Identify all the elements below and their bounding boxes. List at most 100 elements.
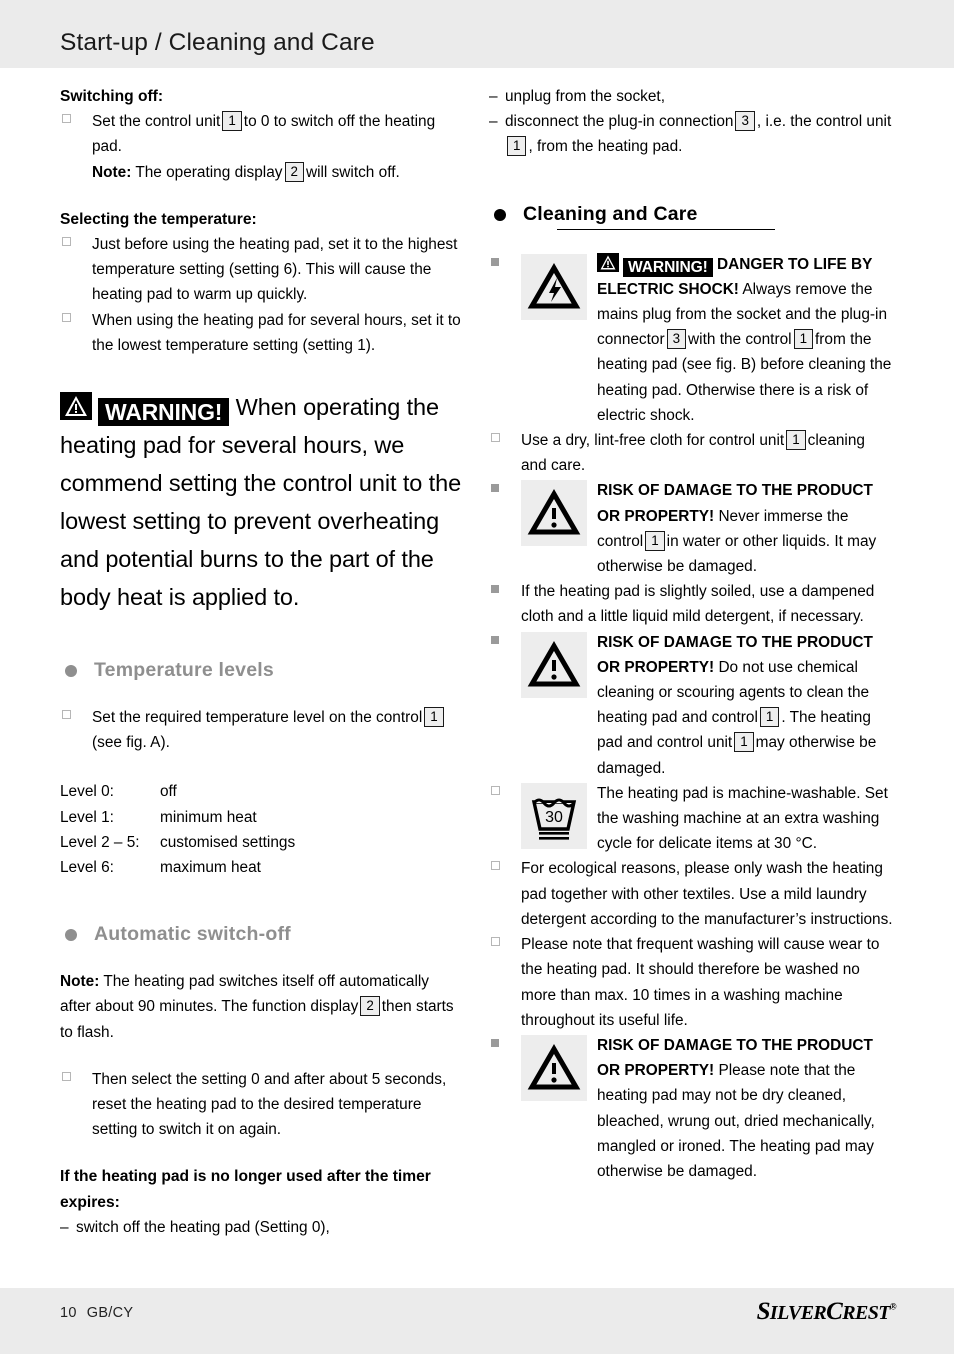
level-key: Level 1:: [60, 808, 114, 826]
page-title: Start-up / Cleaning and Care: [60, 29, 375, 56]
section-heading-automatic-switch-off: Automatic switch-off: [60, 921, 464, 947]
list-item-text: Then select the setting 0 and after abou…: [92, 1070, 447, 1139]
list-item-text: If the heating pad is slightly soiled, u…: [521, 583, 875, 626]
bullet-solid-square: [489, 478, 521, 503]
section-underline: [557, 228, 775, 230]
warning-block-risk-drycleaning: RISK OF DAMAGE TO THE PRODUCT OR PROPERT…: [489, 1033, 893, 1184]
registered-trademark-symbol: ®: [889, 1301, 897, 1312]
list-item-select-2: When using the heating pad for several h…: [60, 308, 464, 358]
switch-text-a: Set the control unit: [92, 113, 221, 131]
list-item-text: When using the heating pad for several h…: [92, 311, 461, 354]
warning-block-electric-shock: WARNING! DANGER TO LIFE BY ELECTRIC SHOC…: [489, 252, 893, 428]
note-text-a: The operating display: [135, 163, 283, 181]
section-heading-label: Automatic switch-off: [94, 923, 291, 946]
ref-badge-3: 3: [735, 111, 755, 132]
table-row: Level 0: off: [60, 779, 464, 804]
bullet-dash: –: [60, 1218, 69, 1236]
level-value: maximum heat: [160, 859, 261, 877]
list-item-timer-switch-off: – switch off the heating pad (Setting 0)…: [60, 1215, 464, 1240]
warning-text: WARNING! DANGER TO LIFE BY ELECTRIC SHOC…: [597, 252, 893, 428]
language-code: GB/CY: [86, 1305, 134, 1321]
ref-badge-2: 2: [284, 161, 304, 182]
wash-text: The heating pad is machine-washable. Set…: [597, 784, 888, 853]
warning-body: RISK OF DAMAGE TO THE PRODUCT OR PROPERT…: [521, 1033, 893, 1184]
list-item-text: disconnect the plug-in connection 3, i.e.…: [505, 109, 893, 159]
list-item-text: Please note that frequent washing will c…: [521, 936, 880, 1029]
brand-ilver: ILVER: [769, 1302, 827, 1324]
ref-badge-1: 1: [645, 530, 665, 551]
bullet-hollow-square: [60, 308, 92, 333]
bullet-solid-square: [489, 1033, 521, 1058]
warning-text: RISK OF DAMAGE TO THE PRODUCT OR PROPERT…: [597, 1033, 893, 1184]
bullet-solid-square: [489, 630, 521, 655]
ref-badge-1: 1: [222, 111, 242, 132]
warning-block-risk-chemicals: RISK OF DAMAGE TO THE PRODUCT OR PROPERT…: [489, 630, 893, 781]
bullet-hollow-square: [60, 232, 92, 257]
warning-text: RISK OF DAMAGE TO THE PRODUCT OR PROPERT…: [597, 630, 893, 781]
ref-badge-2: 2: [360, 996, 380, 1017]
list-item-soiled: If the heating pad is slightly soiled, u…: [489, 579, 893, 629]
silvercrest-logo: SILVERCREST®: [757, 1298, 897, 1326]
list-item-reset-setting: Then select the setting 0 and after abou…: [60, 1067, 464, 1143]
list-item-disconnect: – disconnect the plug-in connection 3, i.…: [489, 109, 893, 159]
left-column: Switching off: Set the control unit 1 to 0…: [60, 84, 464, 1240]
note-label: Note:: [60, 973, 100, 991]
disconnect-text-a: disconnect the plug-in connection: [505, 113, 734, 131]
ref-badge-1: 1: [507, 136, 527, 157]
page-number: 10: [60, 1305, 77, 1321]
list-item-text: 30 The heating pad is machine-washable. …: [521, 781, 893, 857]
table-row: Level 1: minimum heat: [60, 805, 464, 830]
section-bullet-dot: [65, 665, 77, 678]
level-key: Level 2 – 5:: [60, 833, 140, 851]
bullet-hollow-square: [489, 856, 521, 881]
ref-badge-1: 1: [786, 430, 806, 451]
selecting-temperature-heading: Selecting the temperature:: [60, 210, 257, 228]
list-item-ecological: For ecological reasons, please only wash…: [489, 856, 893, 932]
disconnect-text-b: , i.e. the control unit: [756, 113, 892, 131]
bullet-hollow-square: [489, 932, 521, 957]
level-key: Level 6:: [60, 859, 114, 877]
bullet-hollow-square: [60, 705, 92, 730]
list-item-dry-cloth: Use a dry, lint-free cloth for control u…: [489, 428, 893, 478]
bullet-solid-square: [489, 252, 521, 277]
list-item-text: Set the required temperature level on th…: [92, 705, 464, 755]
warning-block-risk-immersion: RISK OF DAMAGE TO THE PRODUCT OR PROPERT…: [489, 478, 893, 579]
warning-block-operating: WARNING! When operating the heating pad …: [60, 388, 464, 616]
bullet-dash: –: [489, 113, 498, 131]
svg-text:30: 30: [545, 809, 563, 826]
timer-expires-heading: If the heating pad is no longer used aft…: [60, 1168, 431, 1211]
list-item-unplug: – unplug from the socket,: [489, 84, 893, 109]
note-text-b: will switch off.: [305, 163, 400, 181]
level-value: off: [160, 783, 177, 801]
section-heading-temperature-levels: Temperature levels: [60, 657, 464, 683]
table-row: Level 6: maximum heat: [60, 855, 464, 880]
list-item-text: switch off the heating pad (Setting 0),: [76, 1218, 330, 1236]
list-item-text: Set the control unit 1 to 0 to switch off …: [92, 109, 464, 185]
warning-body-text: When operating the heating pad for sever…: [60, 394, 462, 611]
level-key: Level 0:: [60, 783, 114, 801]
caution-triangle-icon: [521, 1034, 587, 1101]
section-heading-cleaning-and-care: Cleaning and Care: [489, 201, 893, 230]
set-level-text-b: (see fig. A).: [92, 734, 170, 752]
list-item-switch-off: Set the control unit 1 to 0 to switch off …: [60, 109, 464, 185]
brand-rest: REST: [842, 1302, 890, 1324]
set-level-text-a: Set the required temperature level on th…: [92, 709, 423, 727]
warning-text: RISK OF DAMAGE TO THE PRODUCT OR PROPERT…: [597, 478, 893, 579]
right-column: – unplug from the socket, – disconnect t…: [489, 84, 893, 1184]
warning-body: WARNING! DANGER TO LIFE BY ELECTRIC SHOC…: [521, 252, 893, 428]
bullet-dash: –: [489, 88, 498, 105]
warning-label: WARNING!: [98, 398, 230, 427]
bullet-hollow-square: [60, 1067, 92, 1092]
risk-body: Please note that the heating pad may not…: [597, 1062, 875, 1180]
list-item-select-1: Just before using the heating pad, set i…: [60, 232, 464, 308]
caution-triangle-icon: [521, 631, 587, 698]
disconnect-text-c: , from the heating pad.: [528, 138, 683, 156]
temperature-levels-table: Level 0: off Level 1: minimum heat Level…: [60, 779, 464, 880]
list-item-text: unplug from the socket,: [505, 88, 665, 105]
ref-badge-1: 1: [793, 329, 814, 350]
level-value: customised settings: [160, 833, 296, 851]
switching-off-heading: Switching off:: [60, 88, 164, 105]
list-item-text: For ecological reasons, please only wash…: [521, 860, 893, 928]
ref-badge-1: 1: [424, 707, 444, 728]
list-item-machine-washable: 30 The heating pad is machine-washable. …: [489, 781, 893, 857]
